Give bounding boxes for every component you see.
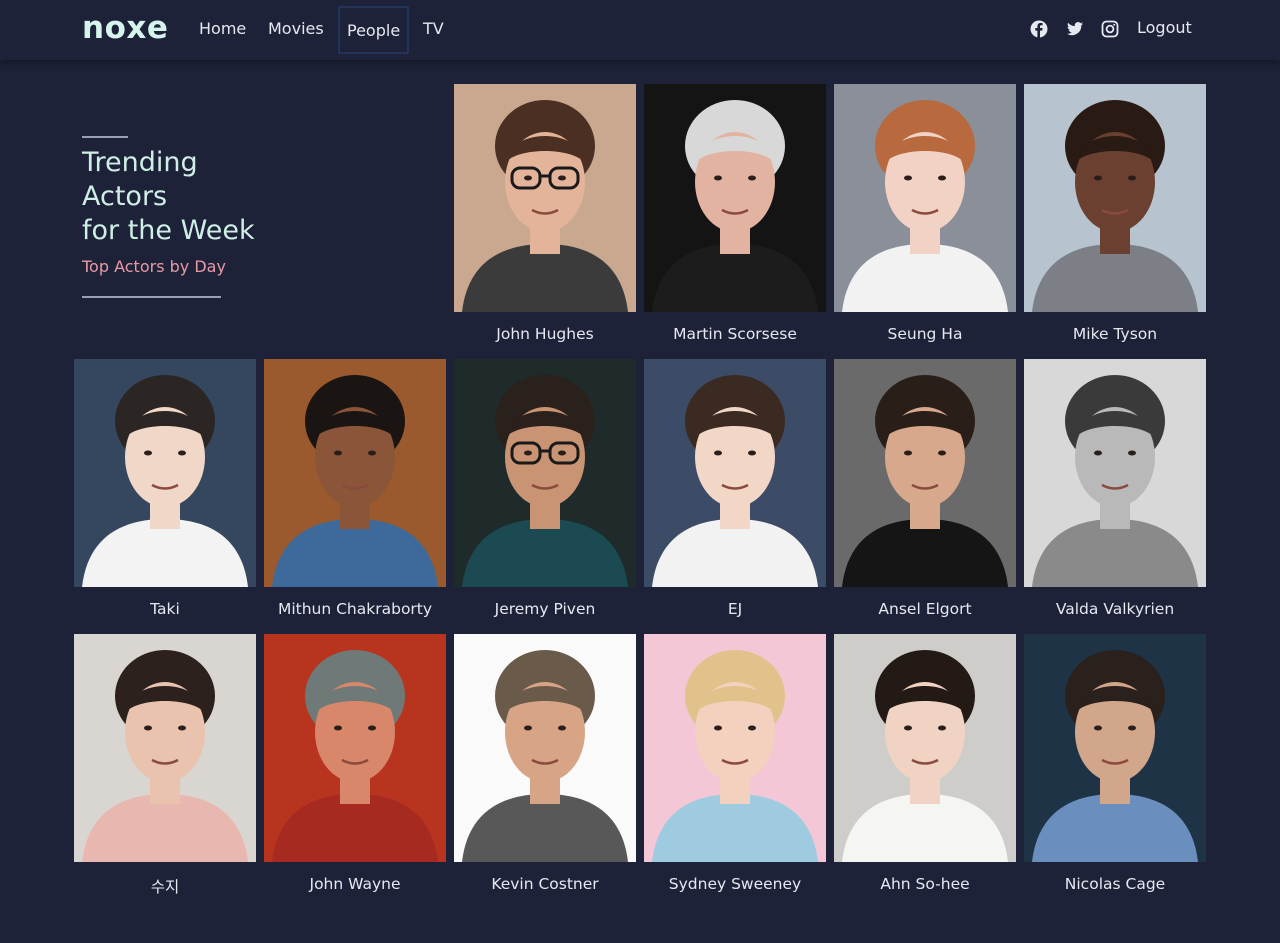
nav-link-tv[interactable]: TV — [423, 18, 444, 42]
person-card[interactable]: Jeremy Piven — [454, 359, 636, 634]
person-card[interactable]: Mithun Chakraborty — [264, 359, 446, 634]
person-photo[interactable] — [1024, 634, 1206, 862]
nav-link-home[interactable]: Home — [199, 18, 246, 42]
person-photo[interactable] — [644, 84, 826, 312]
person-card[interactable]: Seung Ha — [834, 84, 1016, 359]
person-name[interactable]: Nicolas Cage — [1024, 875, 1206, 893]
person-card[interactable]: Nicolas Cage — [1024, 634, 1206, 909]
title-line: Trending — [82, 147, 198, 178]
person-card[interactable]: John Hughes — [454, 84, 636, 359]
logout-link[interactable]: Logout — [1137, 18, 1192, 37]
person-name[interactable]: Ahn So-hee — [834, 875, 1016, 893]
navbar: noxe Home Movies People TV Logout — [0, 0, 1280, 60]
heading-rule-bottom — [82, 296, 221, 298]
person-photo[interactable] — [74, 359, 256, 587]
person-photo[interactable] — [834, 359, 1016, 587]
person-card[interactable]: Kevin Costner — [454, 634, 636, 909]
person-photo[interactable] — [264, 359, 446, 587]
twitter-icon[interactable] — [1066, 20, 1084, 38]
person-name[interactable]: Mithun Chakraborty — [264, 600, 446, 618]
facebook-icon[interactable] — [1030, 20, 1048, 38]
person-photo[interactable] — [1024, 359, 1206, 587]
person-photo[interactable] — [264, 634, 446, 862]
person-photo[interactable] — [834, 84, 1016, 312]
person-name[interactable]: Valda Valkyrien — [1024, 600, 1206, 618]
person-name[interactable]: Jeremy Piven — [454, 600, 636, 618]
person-name[interactable]: 수지 — [74, 875, 256, 897]
person-name[interactable]: John Wayne — [264, 875, 446, 893]
person-photo[interactable] — [1024, 84, 1206, 312]
brand-logo[interactable]: noxe — [82, 10, 168, 46]
person-card[interactable]: Martin Scorsese — [644, 84, 826, 359]
person-card[interactable]: John Wayne — [264, 634, 446, 909]
person-name[interactable]: Martin Scorsese — [644, 325, 826, 343]
person-card[interactable]: Mike Tyson — [1024, 84, 1206, 359]
nav-link-movies[interactable]: Movies — [268, 18, 324, 42]
person-card[interactable]: 수지 — [74, 634, 256, 909]
person-name[interactable]: Mike Tyson — [1024, 325, 1206, 343]
person-card[interactable]: EJ — [644, 359, 826, 634]
person-card[interactable]: Sydney Sweeney — [644, 634, 826, 909]
person-photo[interactable] — [644, 634, 826, 862]
person-name[interactable]: Sydney Sweeney — [644, 875, 826, 893]
person-name[interactable]: Seung Ha — [834, 325, 1016, 343]
person-card[interactable]: Ahn So-hee — [834, 634, 1016, 909]
person-photo[interactable] — [454, 84, 636, 312]
person-photo[interactable] — [834, 634, 1016, 862]
person-name[interactable]: EJ — [644, 600, 826, 618]
person-name[interactable]: Ansel Elgort — [834, 600, 1016, 618]
page-title: Trending Actors for the Week — [82, 146, 382, 248]
heading-rule-top — [82, 136, 128, 138]
page-subtitle: Top Actors by Day — [82, 257, 226, 276]
person-photo[interactable] — [454, 359, 636, 587]
person-name[interactable]: Taki — [74, 600, 256, 618]
person-photo[interactable] — [74, 634, 256, 862]
title-line: for the Week — [82, 215, 255, 246]
person-name[interactable]: John Hughes — [454, 325, 636, 343]
person-card[interactable]: Taki — [74, 359, 256, 634]
instagram-icon[interactable] — [1101, 20, 1119, 38]
person-card[interactable]: Ansel Elgort — [834, 359, 1016, 634]
person-photo[interactable] — [644, 359, 826, 587]
person-card[interactable]: Valda Valkyrien — [1024, 359, 1206, 634]
person-name[interactable]: Kevin Costner — [454, 875, 636, 893]
person-photo[interactable] — [454, 634, 636, 862]
nav-link-people[interactable]: People — [338, 6, 410, 54]
title-line: Actors — [82, 181, 168, 212]
